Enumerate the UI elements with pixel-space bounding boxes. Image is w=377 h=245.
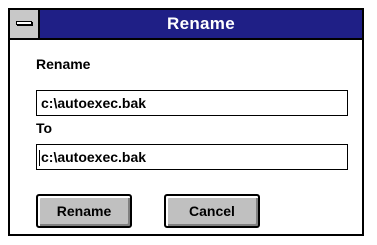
rename-dialog: Rename Rename c:\autoexec.bak To c:\auto…: [8, 8, 364, 236]
text-caret: [39, 150, 40, 167]
rename-to-value: c:\autoexec.bak: [41, 149, 147, 165]
rename-button[interactable]: Rename: [36, 194, 132, 228]
window-control-menu-icon: [16, 21, 32, 25]
window-title: Rename: [167, 14, 235, 33]
cancel-button[interactable]: Cancel: [164, 194, 260, 228]
rename-to-label: To: [36, 120, 53, 136]
rename-from-field[interactable]: c:\autoexec.bak: [36, 90, 348, 116]
rename-to-field[interactable]: c:\autoexec.bak: [36, 144, 348, 170]
rename-from-value: c:\autoexec.bak: [41, 95, 147, 111]
rename-from-label: Rename: [36, 56, 91, 72]
window-control-menu-button[interactable]: [10, 10, 40, 38]
title-bar[interactable]: Rename: [10, 10, 362, 40]
